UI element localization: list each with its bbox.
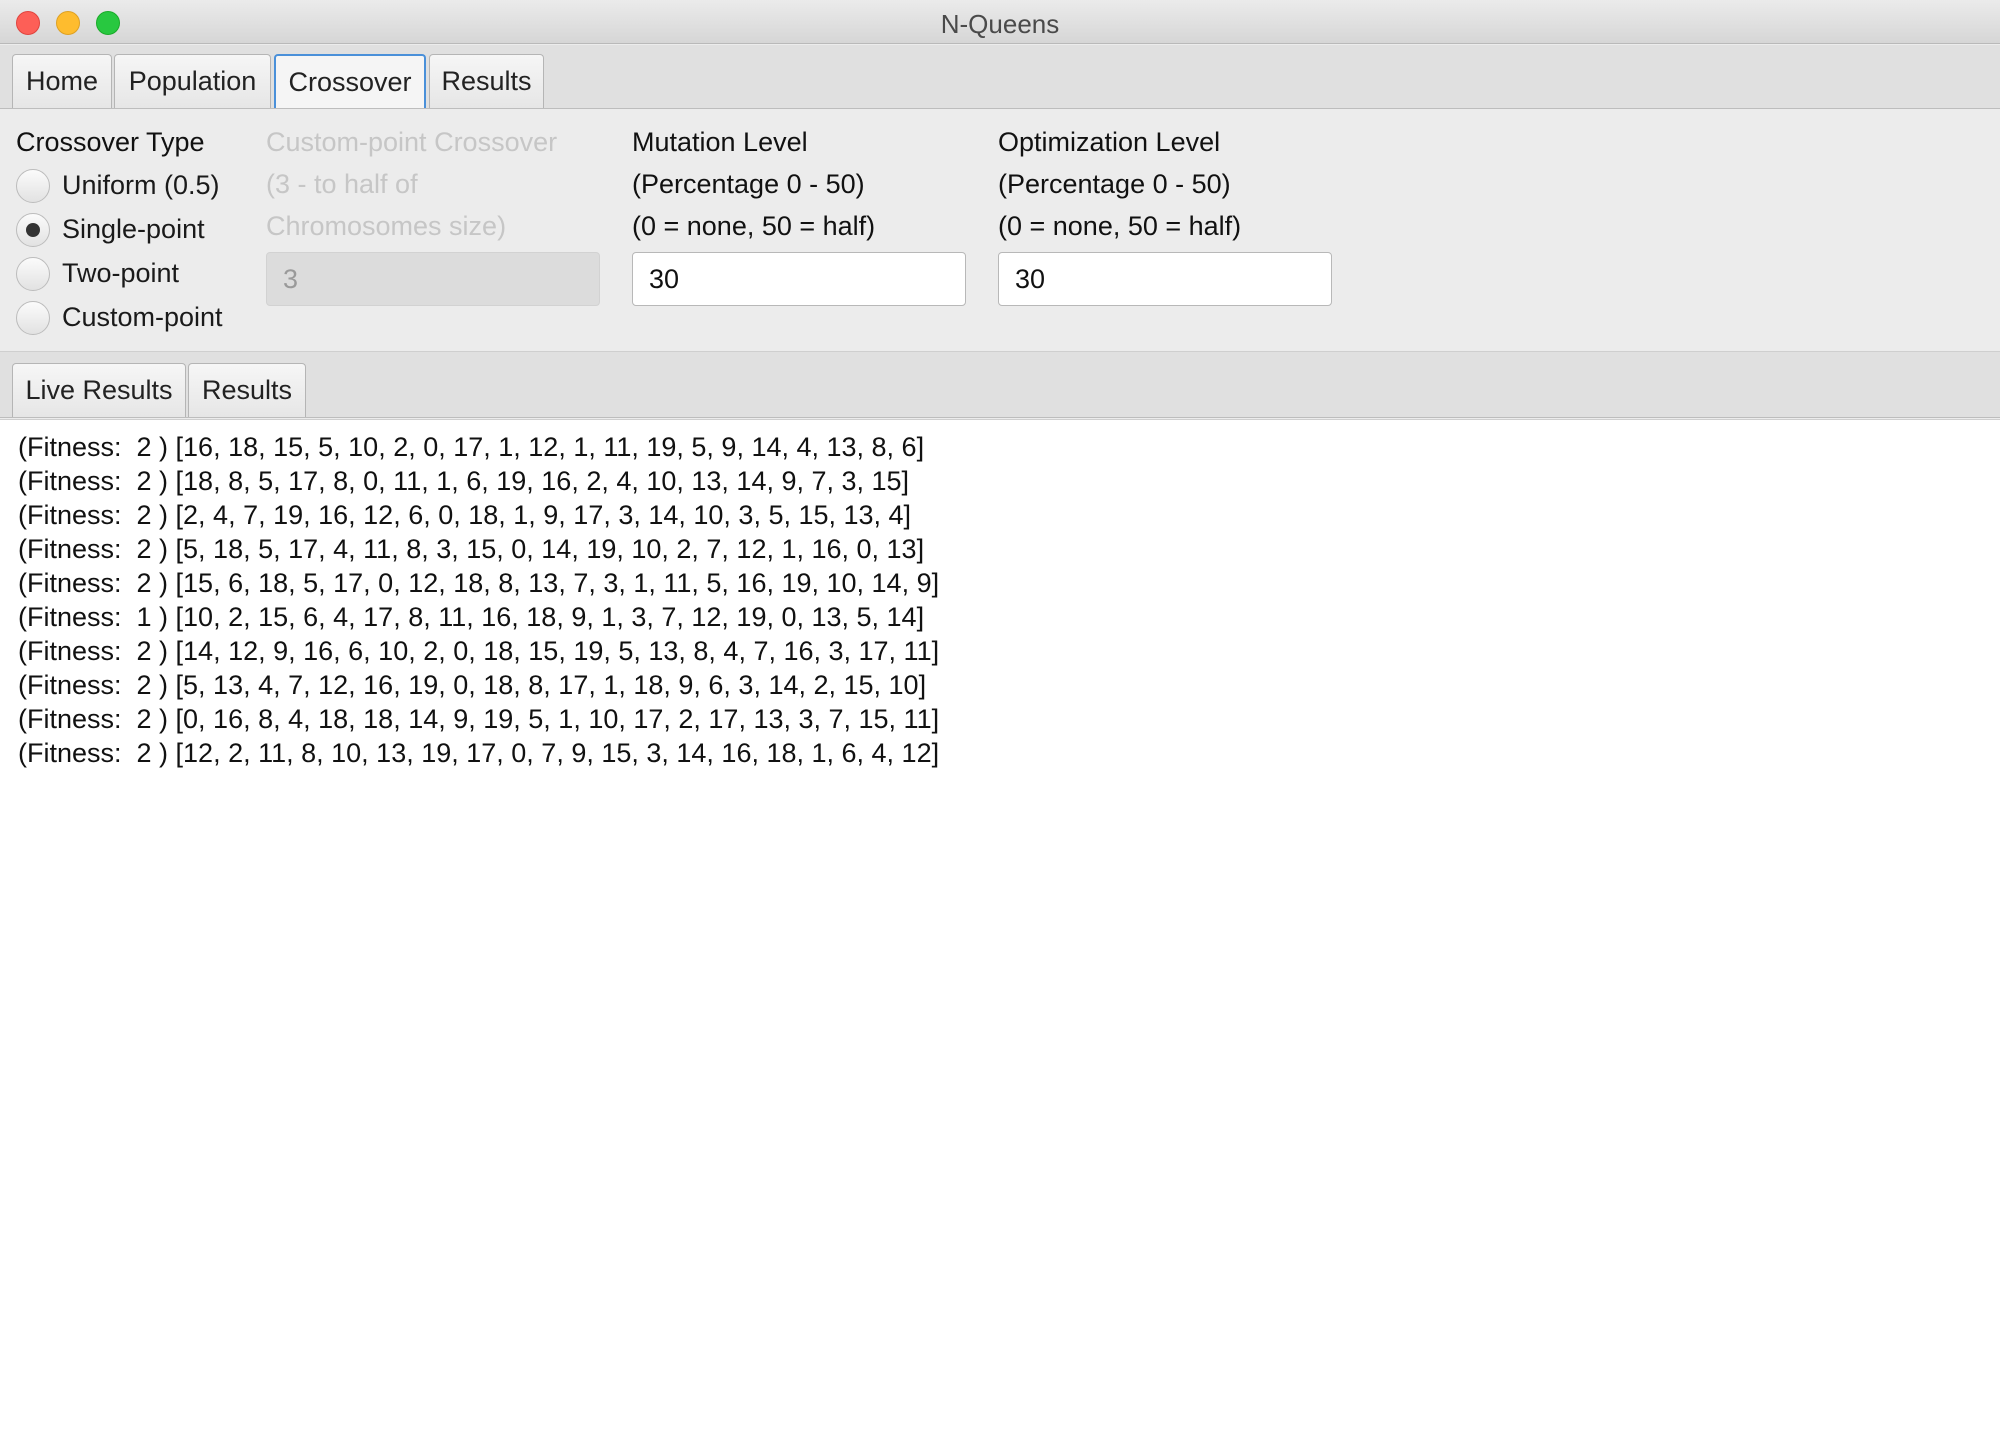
tab-results[interactable]: Results bbox=[429, 54, 544, 108]
radio-single-point[interactable]: Single-point bbox=[16, 212, 236, 248]
result-line: (Fitness: 1 ) [10, 2, 15, 6, 4, 17, 8, 1… bbox=[18, 602, 925, 632]
tab-live-results[interactable]: Live Results bbox=[12, 363, 186, 417]
custom-point-hint: Chromosomes size) bbox=[266, 211, 507, 241]
tab-results-sub[interactable]: Results bbox=[188, 363, 306, 417]
radio-custom-point[interactable]: Custom-point bbox=[16, 300, 236, 336]
main-tab-bar: Home Population Crossover Results bbox=[0, 45, 2000, 109]
result-line: (Fitness: 2 ) [2, 4, 7, 19, 16, 12, 6, 0… bbox=[18, 500, 912, 530]
radio-button[interactable] bbox=[16, 257, 50, 291]
crossover-type-label: Crossover Type bbox=[16, 127, 205, 157]
radio-button[interactable] bbox=[16, 301, 50, 335]
result-line: (Fitness: 2 ) [18, 8, 5, 17, 8, 0, 11, 1… bbox=[18, 466, 910, 496]
mutation-level-input[interactable] bbox=[632, 252, 966, 306]
custom-point-hint: (3 - to half of bbox=[266, 169, 418, 199]
radio-two-point[interactable]: Two-point bbox=[16, 256, 236, 292]
radio-label: Two-point bbox=[62, 258, 180, 288]
result-line: (Fitness: 2 ) [5, 18, 5, 17, 4, 11, 8, 3… bbox=[18, 534, 925, 564]
optimization-level-hint: (Percentage 0 - 50) bbox=[998, 169, 1231, 199]
radio-label: Uniform (0.5) bbox=[62, 170, 220, 200]
radio-uniform[interactable]: Uniform (0.5) bbox=[16, 168, 236, 204]
result-line: (Fitness: 2 ) [15, 6, 18, 5, 17, 0, 12, … bbox=[18, 568, 940, 598]
mutation-level-hint: (0 = none, 50 = half) bbox=[632, 211, 876, 241]
custom-point-title: Custom-point Crossover bbox=[266, 127, 558, 157]
result-line: (Fitness: 2 ) [5, 13, 4, 7, 12, 16, 19, … bbox=[18, 670, 927, 700]
tab-home[interactable]: Home bbox=[12, 54, 112, 108]
result-line: (Fitness: 2 ) [12, 2, 11, 8, 10, 13, 19,… bbox=[18, 738, 940, 768]
mutation-level-label: Mutation Level bbox=[632, 127, 808, 157]
mutation-level-hint: (Percentage 0 - 50) bbox=[632, 169, 865, 199]
live-results-output[interactable]: (Fitness: 2 ) [16, 18, 15, 5, 10, 2, 0, … bbox=[0, 419, 2000, 1444]
radio-button-selected[interactable] bbox=[16, 213, 50, 247]
radio-label: Custom-point bbox=[62, 302, 223, 332]
window-title: N-Queens bbox=[940, 9, 1060, 39]
crossover-settings-panel: Crossover Type Uniform (0.5) Single-poin… bbox=[0, 110, 2000, 352]
tab-population[interactable]: Population bbox=[114, 54, 271, 108]
optimization-level-input[interactable] bbox=[998, 252, 1332, 306]
custom-point-input[interactable] bbox=[266, 252, 600, 306]
radio-label: Single-point bbox=[62, 214, 205, 244]
results-tab-bar: Live Results Results bbox=[0, 352, 2000, 418]
tab-crossover[interactable]: Crossover bbox=[274, 54, 426, 108]
optimization-level-label: Optimization Level bbox=[998, 127, 1221, 157]
result-line: (Fitness: 2 ) [14, 12, 9, 16, 6, 10, 2, … bbox=[18, 636, 940, 666]
radio-button[interactable] bbox=[16, 169, 50, 203]
optimization-level-hint: (0 = none, 50 = half) bbox=[998, 211, 1242, 241]
title-bar: N-Queens bbox=[0, 0, 2000, 44]
result-line: (Fitness: 2 ) [16, 18, 15, 5, 10, 2, 0, … bbox=[18, 432, 925, 462]
result-line: (Fitness: 2 ) [0, 16, 8, 4, 18, 18, 14, … bbox=[18, 704, 940, 734]
